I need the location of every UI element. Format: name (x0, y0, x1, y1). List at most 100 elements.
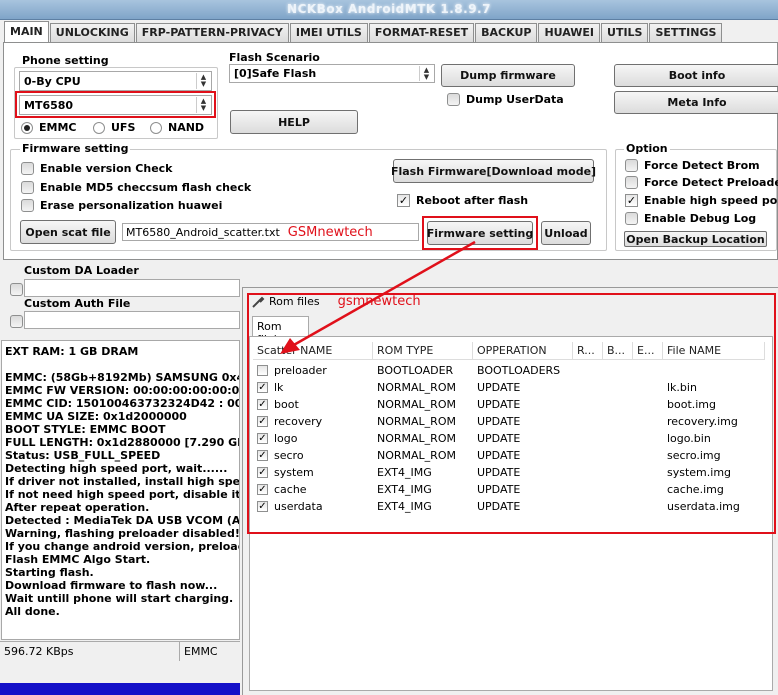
toggle-icon (625, 212, 638, 225)
force-detect-preloader[interactable]: Force Detect Preloader (625, 176, 778, 189)
log-line: EMMC CID: 150100463732324D42 : 000000 (5, 397, 239, 410)
tab-utils[interactable]: UTILS (601, 23, 649, 42)
dump-userdata-toggle[interactable]: Dump UserData (447, 93, 564, 106)
force-detect-brom[interactable]: Force Detect Brom (625, 159, 760, 172)
open-backup-location-button[interactable]: Open Backup Location (624, 231, 767, 247)
log-line: EXT RAM: 1 GB DRAM (5, 345, 139, 358)
log-panel: EXT RAM: 1 GB DRAM EMMC: (58Gb+8192Mb) SA… (1, 340, 240, 640)
flash-scenario-select[interactable]: [0]Safe Flash ▲ ▼ (229, 64, 435, 83)
enable-high-speed-port-label: Enable high speed porl (644, 194, 778, 207)
enable-debug-log[interactable]: Enable Debug Log (625, 212, 756, 225)
erase-personalization[interactable]: Erase personalization huawei (21, 199, 222, 212)
custom-auth-field[interactable] (24, 311, 240, 329)
toggle-icon (625, 176, 638, 189)
log-line: EMMC: (58Gb+8192Mb) SAMSUNG 0x4637 (5, 371, 239, 384)
toggle-icon (21, 181, 34, 194)
boot-info-button[interactable]: Boot info (614, 64, 778, 87)
tab-strip: MAIN UNLOCKING FRP-PATTERN-PRIVACY IMEI UTI… (4, 21, 723, 43)
transfer-speed: 596.72 KBps (0, 642, 180, 661)
reboot-after-flash-label: Reboot after flash (416, 194, 529, 207)
help-button[interactable]: HELP (230, 110, 358, 134)
cpu-highlight-box (15, 91, 216, 118)
storage-emmc[interactable]: EMMC (21, 121, 76, 134)
tab-backup[interactable]: BACKUP (475, 23, 538, 42)
check-icon: ✓ (625, 194, 638, 207)
tab-main[interactable]: MAIN (4, 21, 49, 43)
model-value: 0-By CPU (24, 74, 81, 88)
meta-info-button[interactable]: Meta Info (614, 91, 778, 114)
log-line: Warning, flashing preloader disabled! (5, 527, 240, 540)
custom-da-label: Custom DA Loader (24, 264, 139, 277)
log-line: EMMC UA SIZE: 0x1d2000000 (5, 410, 187, 423)
enable-version-check-label: Enable version Check (40, 162, 173, 175)
scatter-file-value: MT6580_Android_scatter.txt (126, 225, 280, 239)
annotation-arrow (280, 240, 476, 354)
log-line: Starting flash. (5, 566, 94, 579)
toggle-icon (447, 93, 460, 106)
storage-nand-label: NAND (168, 121, 205, 134)
flash-firmware-button[interactable]: Flash Firmware[Download mode] (391, 159, 596, 183)
enable-high-speed-port[interactable]: ✓ Enable high speed porl (625, 194, 778, 207)
log-line: Detected : MediaTek DA USB VCOM (Andro (5, 514, 240, 527)
enable-md5-check[interactable]: Enable MD5 checcsum flash check (21, 181, 251, 194)
log-line: Wait untill phone will start charging. (5, 592, 234, 605)
option-label: Option (624, 142, 670, 155)
log-line: If driver not installed, install high sp… (5, 475, 240, 488)
log-line: All done. (5, 605, 60, 618)
storage-status: EMMC (184, 645, 218, 658)
enable-version-check[interactable]: Enable version Check (21, 162, 173, 175)
tab-imei-utils[interactable]: IMEI UTILS (289, 23, 368, 42)
radio-icon (93, 121, 105, 134)
firmware-setting-label: Firmware setting (20, 142, 131, 155)
storage-ufs[interactable]: UFS (93, 121, 135, 134)
reboot-after-flash[interactable]: ✓ Reboot after flash (397, 194, 528, 207)
tab-settings[interactable]: SETTINGS (649, 23, 723, 42)
log-line: Download firmware to flash now... (5, 579, 218, 592)
tab-format-reset[interactable]: FORMAT-RESET (368, 23, 475, 42)
dump-userdata-label: Dump UserData (466, 93, 564, 106)
storage-ufs-label: UFS (111, 121, 136, 134)
spin-arrows-icon[interactable]: ▲ ▼ (419, 66, 433, 81)
enable-md5-check-label: Enable MD5 checcsum flash check (40, 181, 252, 194)
custom-auth-toggle[interactable] (10, 315, 23, 328)
enable-debug-log-label: Enable Debug Log (644, 212, 757, 225)
main-tab-panel: Phone setting 0-By CPU ▲ ▼ MT6580 ▲ ▼ EMMC… (3, 42, 778, 260)
custom-da-toggle[interactable] (10, 283, 23, 296)
log-line: FULL LENGTH: 0x1d2880000 [7.290 GB] (5, 436, 240, 449)
log-line: Flash EMMC Algo Start. (5, 553, 151, 566)
progress-bar (0, 683, 240, 695)
log-line: EMMC FW VERSION: 00:00:00:00:00:00:0 (5, 384, 240, 397)
toggle-icon (21, 162, 34, 175)
storage-nand[interactable]: NAND (150, 121, 204, 134)
custom-auth-label: Custom Auth File (24, 297, 131, 310)
erase-personalization-label: Erase personalization huawei (40, 199, 223, 212)
flash-scenario-label: Flash Scenario (227, 51, 322, 64)
tab-unlocking[interactable]: UNLOCKING (49, 23, 135, 42)
window-title: NCKBox AndroidMTK 1.8.9.7 (287, 2, 491, 16)
toggle-icon (21, 199, 34, 212)
storage-emmc-label: EMMC (39, 121, 77, 134)
radio-icon (21, 121, 33, 134)
radio-icon (150, 121, 162, 134)
tab-frp-pattern-privacy[interactable]: FRP-PATTERN-PRIVACY (135, 23, 289, 42)
log-line: Detecting high speed port, wait...... (5, 462, 228, 475)
log-line: If you change android version, preloader… (5, 540, 239, 553)
tab-huawei[interactable]: HUAWEI (538, 23, 601, 42)
log-line: If not need high speed port, disable it. (5, 488, 240, 501)
log-line: BOOT STYLE: EMMC BOOT (5, 423, 166, 436)
custom-da-field[interactable] (24, 279, 240, 297)
force-detect-brom-label: Force Detect Brom (644, 159, 760, 172)
status-bar: 596.72 KBps EMMC (0, 641, 240, 661)
log-line: Status: USB_FULL_SPEED (5, 449, 161, 462)
open-scat-button[interactable]: Open scat file (20, 220, 116, 244)
flash-scenario-value: [0]Safe Flash (234, 67, 317, 80)
check-icon: ✓ (397, 194, 410, 207)
phone-setting-label: Phone setting (20, 54, 111, 67)
spin-arrows-icon[interactable]: ▲ ▼ (196, 73, 210, 89)
unload-button[interactable]: Unload (541, 221, 591, 245)
dump-firmware-button[interactable]: Dump firmware (441, 64, 575, 87)
model-select[interactable]: 0-By CPU ▲ ▼ (19, 71, 212, 91)
log-line: After repeat operation. (5, 501, 150, 514)
force-detect-preloader-label: Force Detect Preloader (644, 176, 778, 189)
